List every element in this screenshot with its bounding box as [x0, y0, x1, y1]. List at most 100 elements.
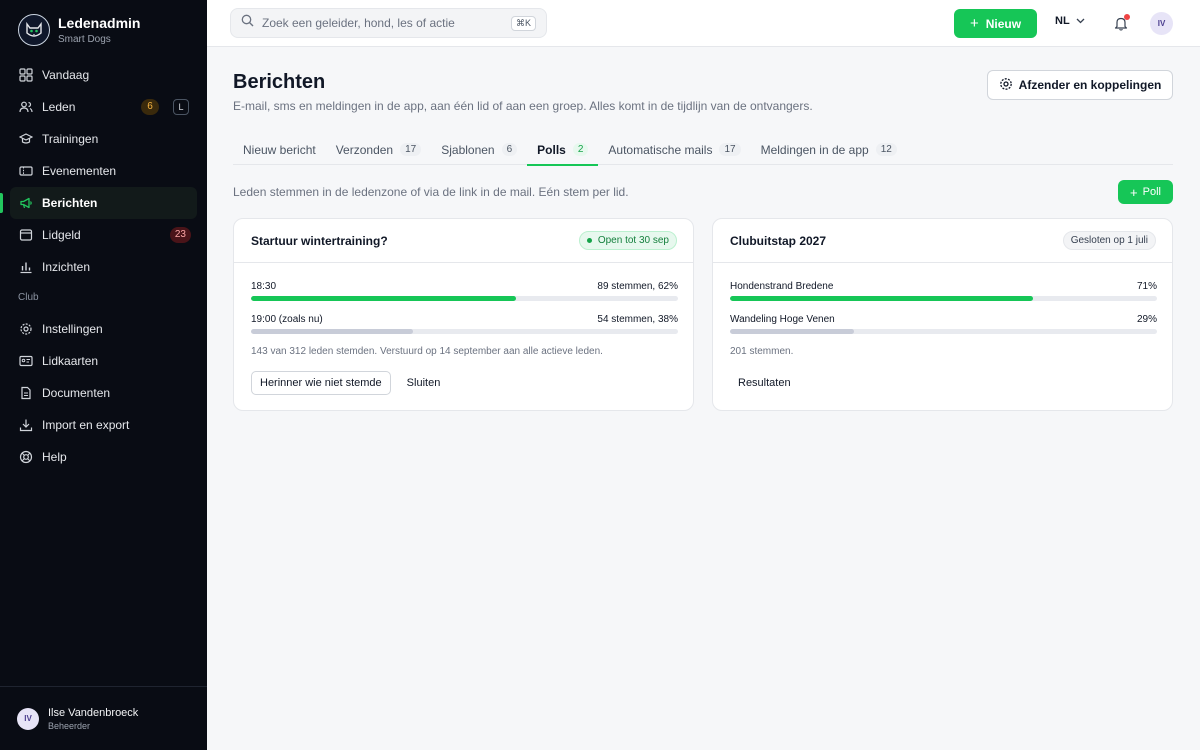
status-dot: [586, 238, 592, 243]
sender-settings-button[interactable]: Afzender en koppelingen: [987, 70, 1173, 100]
org-name: Smart Dogs: [58, 34, 111, 45]
new-button[interactable]: + Nieuw: [954, 9, 1037, 38]
option-label: Hondenstrand Bredene: [730, 281, 834, 292]
users-icon: [18, 99, 34, 115]
tab-nieuw-bericht[interactable]: Nieuw bericht: [233, 134, 326, 165]
tab-meldingen-in-de-app[interactable]: Meldingen in de app 12: [751, 134, 907, 165]
gear-icon: [999, 77, 1019, 94]
option-label: Wandeling Hoge Venen: [730, 314, 835, 325]
document-icon: [18, 385, 34, 401]
sidebar-item-label: Trainingen: [42, 132, 99, 146]
option-result: 89 stemmen, 62%: [597, 281, 678, 292]
user-name: Ilse Vandenbroeck: [48, 706, 139, 719]
tab-verzonden[interactable]: Verzonden 17: [326, 134, 432, 165]
page-subtitle: E-mail, sms en meldingen in de app, aan …: [233, 99, 813, 113]
tab-label: Automatische mails: [608, 142, 713, 157]
sidebar-item-label: Instellingen: [42, 322, 103, 336]
option-progress-fill: [730, 329, 854, 334]
search-input[interactable]: [262, 16, 511, 30]
sidebar-item-lidgeld[interactable]: Lidgeld 23: [10, 219, 197, 251]
page-title: Berichten: [233, 71, 326, 93]
notifications-button[interactable]: [1114, 14, 1130, 35]
new-poll-button[interactable]: + Poll: [1118, 180, 1173, 204]
results-button[interactable]: Resultaten: [730, 371, 799, 395]
tab-label: Verzonden: [335, 142, 394, 157]
dog-logo-icon: [18, 14, 50, 46]
sidebar-item-leden[interactable]: Leden 6 L: [10, 91, 197, 123]
ticket-icon: [18, 163, 34, 179]
search-icon: [241, 14, 254, 32]
tab-label: Nieuw bericht: [243, 142, 316, 157]
user-profile[interactable]: IV Ilse Vandenbroeck Beheerder: [0, 686, 207, 750]
new-button-label: Nieuw: [985, 16, 1022, 31]
sidebar-item-label: Lidkaarten: [42, 354, 99, 368]
poll-card: Startuur wintertraining? Open tot 30 sep…: [233, 218, 694, 411]
tab-count: 2: [572, 143, 589, 156]
language-value: NL: [1055, 15, 1070, 27]
sidebar-item-trainingen[interactable]: Trainingen: [10, 123, 197, 155]
sender-settings-label: Afzender en koppelingen: [1018, 78, 1162, 92]
brand[interactable]: Ledenadmin Smart Dogs: [18, 14, 140, 46]
poll-card: Clubuitstap 2027 Gesloten op 1 juli Hond…: [712, 218, 1173, 411]
avatar: IV: [17, 707, 39, 730]
user-role: Beheerder: [48, 720, 91, 731]
avatar[interactable]: IV: [1150, 12, 1173, 35]
sidebar-item-label: Help: [42, 450, 67, 464]
poll-title: Startuur wintertraining?: [251, 233, 388, 248]
sidebar-item-lidkaarten[interactable]: Lidkaarten: [10, 345, 197, 377]
poll-meta: 143 van 312 leden stemden. Verstuurd op …: [251, 346, 603, 357]
sidebar-item-instellingen[interactable]: Instellingen: [10, 313, 197, 345]
sidebar-item-documenten[interactable]: Documenten: [10, 377, 197, 409]
poll-hint: Leden stemmen in de ledenzone of via de …: [233, 185, 629, 199]
tab-sjablonen[interactable]: Sjablonen 6: [431, 134, 527, 165]
poll-option: 18:30 89 stemmen, 62%: [251, 281, 678, 301]
new-poll-label: Poll: [1142, 186, 1161, 198]
sidebar-nav: Vandaag Leden 6 L Trainingen Evenementen: [0, 59, 197, 473]
tab-count: 12: [875, 143, 897, 156]
leden-count-badge: 6: [141, 99, 159, 115]
sidebar-item-berichten[interactable]: Berichten: [0, 187, 197, 219]
sidebar-item-vandaag[interactable]: Vandaag: [10, 59, 197, 91]
search-box[interactable]: ⌘K: [230, 8, 547, 38]
app-name: Ledenadmin: [58, 15, 141, 31]
tab-polls[interactable]: Polls 2: [527, 134, 599, 166]
option-result: 71%: [1136, 281, 1157, 292]
close-poll-button[interactable]: Sluiten: [399, 371, 449, 395]
remind-non-voters-button[interactable]: Herinner wie niet stemde: [251, 371, 391, 395]
option-progress-bar: [730, 296, 1157, 301]
sidebar-item-label: Vandaag: [42, 68, 90, 82]
sidebar-item-label: Lidgeld: [42, 228, 81, 242]
poll-option: Wandeling Hoge Venen 29%: [730, 314, 1157, 334]
poll-meta: 201 stemmen.: [730, 346, 794, 357]
status-badge: Gesloten op 1 juli: [1062, 231, 1156, 250]
lifebuoy-icon: [18, 449, 34, 465]
download-icon: [18, 417, 34, 433]
graduation-cap-icon: [18, 131, 34, 147]
sidebar-item-inzichten[interactable]: Inzichten: [10, 251, 197, 283]
tab-count: 6: [501, 143, 518, 156]
search-shortcut: ⌘K: [510, 15, 536, 31]
language-select[interactable]: NL: [1055, 15, 1085, 27]
sidebar-item-label: Berichten: [42, 196, 98, 210]
tab-label: Meldingen in de app: [760, 142, 869, 157]
status-badge: Open tot 30 sep: [578, 231, 677, 250]
sidebar-item-evenementen[interactable]: Evenementen: [10, 155, 197, 187]
status-label: Gesloten op 1 juli: [1070, 235, 1148, 246]
option-progress-bar: [730, 329, 1157, 334]
sidebar-section-club: Club: [18, 292, 39, 303]
plus-icon: +: [1130, 184, 1138, 200]
sidebar-item-help[interactable]: Help: [10, 441, 197, 473]
bell-icon: [1114, 17, 1128, 35]
tab-count: 17: [400, 143, 422, 156]
option-progress-fill: [730, 296, 1034, 301]
sidebar-item-label: Evenementen: [42, 164, 117, 178]
gear-icon: [18, 321, 34, 337]
topbar: ⌘K + Nieuw NL IV: [207, 0, 1200, 47]
option-label: 19:00 (zoals nu): [251, 314, 323, 325]
notification-dot: [1124, 14, 1130, 20]
tab-automatische-mails[interactable]: Automatische mails 17: [598, 134, 750, 165]
chevron-down-icon: [1076, 15, 1085, 27]
sidebar-item-import-export[interactable]: Import en export: [10, 409, 197, 441]
megaphone-icon: [18, 195, 34, 211]
option-result: 54 stemmen, 38%: [597, 314, 678, 325]
